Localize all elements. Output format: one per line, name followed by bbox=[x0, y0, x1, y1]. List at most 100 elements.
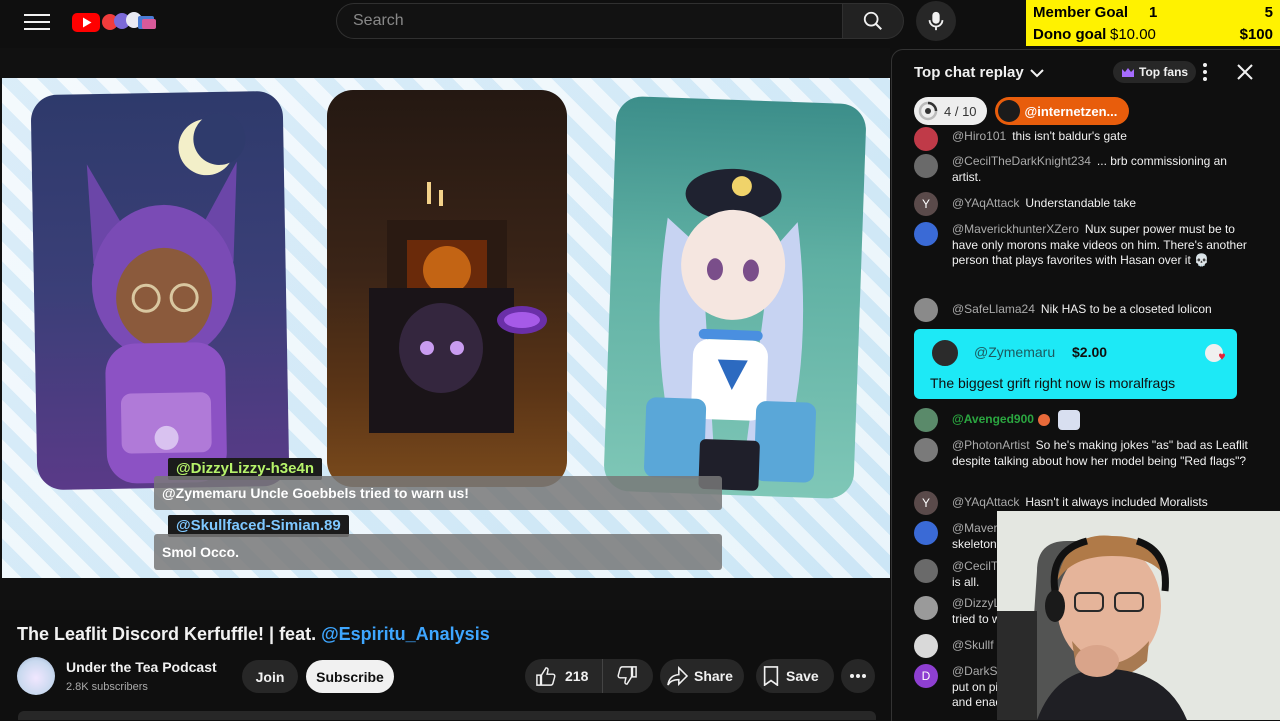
subscriber-count: 2.8K subscribers bbox=[66, 681, 148, 693]
chat-message[interactable]: @Hiro101 this isn't baldur's gate bbox=[914, 127, 1249, 151]
chat-avatar: Y bbox=[914, 491, 938, 515]
channel-name[interactable]: Under the Tea Podcast bbox=[66, 659, 217, 675]
join-button[interactable]: Join bbox=[242, 660, 298, 693]
chat-avatar bbox=[914, 634, 938, 658]
webcam-overlay bbox=[997, 511, 1280, 720]
search-button[interactable] bbox=[842, 3, 904, 39]
chat-author: @Skullf bbox=[952, 638, 994, 652]
chat-author: @PhotonArtist bbox=[952, 438, 1030, 452]
goal-label: Dono goal bbox=[1033, 25, 1107, 43]
chat-avatar bbox=[914, 408, 938, 432]
more-actions-button[interactable] bbox=[841, 659, 875, 693]
goal-label: Member Goal bbox=[1033, 3, 1129, 21]
chat-avatar bbox=[914, 596, 938, 620]
chat-author: @Hiro101 bbox=[952, 129, 1007, 143]
ticker-avatar bbox=[997, 100, 1020, 122]
youtube-logo[interactable] bbox=[72, 11, 166, 33]
share-button[interactable]: Share bbox=[660, 659, 744, 693]
chat-message[interactable]: @SafeLlama24 Nik HAS to be a closeted lol… bbox=[914, 298, 1249, 322]
chat-avatar bbox=[914, 222, 938, 246]
chat-author: @SafeLlama24 bbox=[952, 302, 1035, 316]
member-goal-row: Member Goal 1 5 bbox=[1033, 1, 1273, 23]
heart-badge-icon bbox=[1204, 343, 1228, 365]
goals-overlay: Member Goal 1 5 Dono goal $10.00 $100 bbox=[1026, 0, 1280, 46]
ticker-bar: 4 / 10 @internetzen... bbox=[914, 97, 1130, 125]
video-title-text: The Leaflit Discord Kerfuffle! | feat. bbox=[17, 624, 317, 644]
channel-avatar[interactable] bbox=[17, 657, 55, 695]
top-fans-button[interactable]: Top fans bbox=[1113, 61, 1197, 83]
video-player[interactable]: @DizzyLizzy-h3e4n @Zymemaru Uncle Goebbe… bbox=[0, 48, 890, 610]
chat-avatar bbox=[914, 559, 938, 583]
like-count: 218 bbox=[565, 668, 589, 684]
more-horizontal-icon bbox=[850, 674, 866, 678]
chat-author: @YAqAttack bbox=[952, 495, 1020, 509]
ticker-user-chip[interactable]: @internetzen... bbox=[994, 97, 1130, 125]
chat-mode-dropdown[interactable]: Top chat replay bbox=[914, 64, 1044, 81]
caption-text: Smol Occo. bbox=[154, 534, 722, 570]
chat-author: @Avenged900 bbox=[952, 412, 1034, 427]
chat-text: Nik HAS to be a closeted lolicon bbox=[1040, 302, 1212, 316]
goal-target: $100 bbox=[1239, 25, 1273, 43]
chat-avatar bbox=[914, 127, 938, 151]
chat-text: put on pi and enac bbox=[952, 679, 1002, 710]
save-button[interactable]: Save bbox=[756, 659, 834, 693]
chat-message[interactable]: @Avenged900 bbox=[914, 408, 1249, 432]
search-icon bbox=[863, 11, 882, 30]
chat-author: @YAqAttack bbox=[952, 196, 1020, 210]
chat-author: @MaverickhunterXZero bbox=[952, 222, 1079, 236]
description-panel-edge bbox=[18, 711, 876, 720]
chat-avatar bbox=[914, 521, 938, 545]
ticker-user: @internetzen... bbox=[1024, 103, 1118, 119]
like-dislike-group: 218 bbox=[525, 659, 653, 693]
super-chat-author: @Zymemaru bbox=[974, 344, 1056, 360]
chat-text: skeleton bbox=[952, 536, 997, 551]
chat-author: @DarkSc bbox=[952, 664, 1004, 678]
share-icon bbox=[667, 666, 688, 686]
chat-avatar bbox=[914, 438, 938, 462]
ticker-progress-chip[interactable]: 4 / 10 bbox=[914, 97, 987, 125]
goal-current: 1 bbox=[1149, 3, 1158, 21]
dislike-button[interactable] bbox=[603, 659, 651, 693]
chat-avatar: D bbox=[914, 664, 938, 688]
left-vtuber-card bbox=[30, 90, 290, 491]
progress-ring-icon bbox=[918, 101, 938, 121]
super-chat-text: The biggest grift right now is moralfrag… bbox=[930, 375, 1176, 391]
microphone-icon bbox=[928, 11, 944, 31]
right-vtuber-card bbox=[603, 95, 867, 500]
bookmark-icon bbox=[763, 666, 779, 686]
chat-text: this isn't baldur's gate bbox=[1012, 129, 1127, 143]
member-badge-icon bbox=[1037, 414, 1050, 426]
super-chat-amount: $2.00 bbox=[1072, 344, 1108, 360]
chat-avatar: Y bbox=[914, 192, 938, 216]
caption-text: @Zymemaru Uncle Goebbels tried to warn u… bbox=[154, 476, 722, 510]
save-label: Save bbox=[786, 668, 819, 684]
chat-message[interactable]: @CecilTheDarkKnight234... brb commission… bbox=[914, 154, 1249, 186]
subscribe-button[interactable]: Subscribe bbox=[306, 660, 394, 693]
chat-message[interactable]: Y @YAqAttack Understandable take bbox=[914, 192, 1249, 216]
goal-current: $10.00 bbox=[1110, 25, 1156, 43]
voice-search-button[interactable] bbox=[916, 1, 956, 41]
chat-message[interactable]: Y @YAqAttack Hasn't it always included Mo… bbox=[914, 491, 1249, 515]
chat-author: @CecilTheDarkKnight234 bbox=[952, 154, 1091, 168]
thumbs-up-icon bbox=[536, 667, 556, 686]
search-input[interactable] bbox=[337, 4, 833, 38]
search-bar[interactable] bbox=[336, 3, 842, 39]
close-icon[interactable] bbox=[1235, 62, 1255, 82]
share-label: Share bbox=[694, 668, 733, 684]
chat-message[interactable]: @MaverickhunterXZero Nux super power must… bbox=[914, 222, 1249, 288]
chat-text: is all. bbox=[952, 574, 980, 589]
middle-vtuber-card bbox=[327, 90, 567, 487]
like-button[interactable]: 218 bbox=[525, 659, 603, 693]
dono-goal-row: Dono goal $10.00 $100 bbox=[1033, 23, 1273, 45]
ticker-count: 4 / 10 bbox=[944, 103, 977, 119]
chat-message[interactable]: @PhotonArtist So he's making jokes "as" b… bbox=[914, 438, 1249, 486]
thumbs-down-icon bbox=[617, 666, 637, 685]
hamburger-menu-icon[interactable] bbox=[24, 10, 50, 34]
chat-avatar bbox=[914, 298, 938, 322]
chat-avatar bbox=[914, 154, 938, 178]
chevron-down-icon bbox=[1030, 68, 1044, 77]
chat-text: Hasn't it always included Moralists bbox=[1025, 495, 1208, 509]
guest-link[interactable]: @Espiritu_Analysis bbox=[321, 624, 490, 644]
super-chat-message[interactable]: @Zymemaru $2.00 The biggest grift right … bbox=[914, 329, 1237, 399]
chat-more-icon[interactable] bbox=[1198, 62, 1212, 82]
